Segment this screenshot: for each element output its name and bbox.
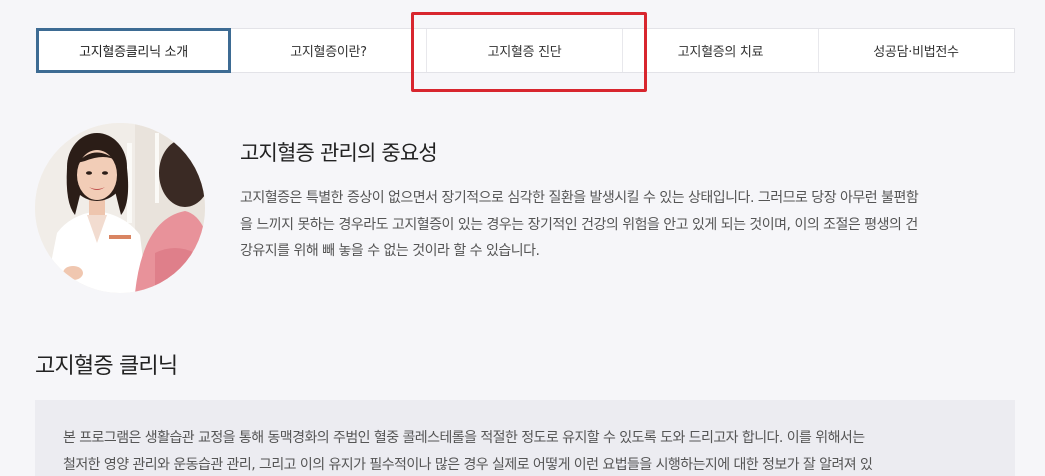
clinic-line: 철저한 영양 관리와 운동습관 관리, 그리고 이의 유지가 필수적이나 많은 … (63, 457, 873, 473)
clinic-title: 고지혈증 클리닉 (35, 354, 178, 379)
tab-what-is-hyperlipidemia[interactable]: 고지혈증이란? (231, 29, 427, 72)
tab-bar: 고지혈증클리닉 소개 고지혈증이란? 고지혈증 진단 고지혈증의 치료 성공담·… (36, 28, 1015, 73)
page: 고지혈증클리닉 소개 고지혈증이란? 고지혈증 진단 고지혈증의 치료 성공담·… (0, 0, 1045, 476)
section-title: 고지혈증 관리의 중요성 (240, 141, 438, 165)
doctor-illustration (35, 123, 205, 293)
intro-line: 고지혈증은 특별한 증상이 없으면서 장기적으로 심각한 질환을 발생시킬 수 … (240, 190, 919, 206)
tab-clinic-intro[interactable]: 고지혈증클리닉 소개 (36, 28, 231, 73)
intro-line: 을 느끼지 못하는 경우라도 고지혈증이 있는 경우는 장기적인 건강의 위험을… (240, 216, 918, 233)
clinic-description-box: 본 프로그램은 생활습관 교정을 통해 동맥경화의 주범인 혈중 콜레스테롤을 … (35, 400, 1015, 476)
clinic-line: 본 프로그램은 생활습관 교정을 통해 동맥경화의 주범인 혈중 콜레스테롤을 … (63, 430, 865, 446)
doctor-photo (35, 123, 205, 293)
intro-line: 강유지를 위해 빼 놓을 수 없는 것이라 할 수 있습니다. (240, 243, 540, 259)
tab-treatment[interactable]: 고지혈증의 치료 (623, 29, 819, 72)
intro-paragraph: 고지혈증은 특별한 증상이 없으면서 장기적으로 심각한 질환을 발생시킬 수 … (240, 185, 1015, 265)
tab-success-stories[interactable]: 성공담·비법전수 (819, 29, 1013, 72)
tab-diagnosis[interactable]: 고지혈증 진단 (427, 29, 623, 72)
